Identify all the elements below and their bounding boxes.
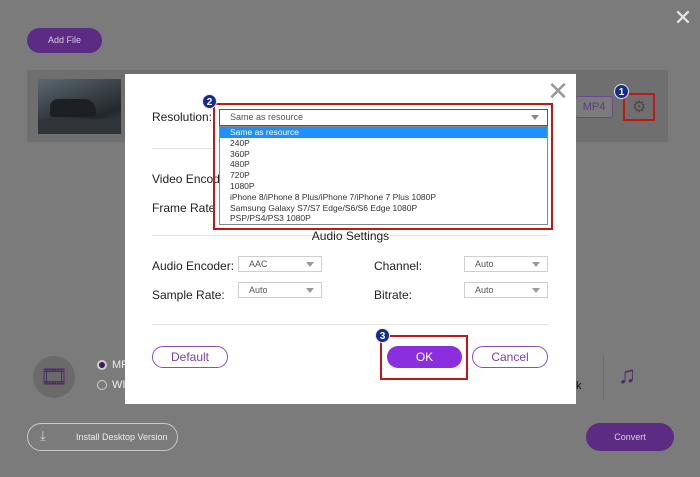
- film-icon: 🎞: [33, 356, 75, 398]
- video-thumbnail: [38, 79, 121, 134]
- bitrate-label: Bitrate:: [374, 288, 413, 302]
- download-icon: ⤓: [40, 428, 46, 443]
- settings-highlight-box: ⚙: [623, 93, 655, 121]
- resolution-option[interactable]: iPhone 8/iPhone 8 Plus/iPhone 7/iPhone 7…: [220, 192, 547, 203]
- divider: [603, 355, 604, 400]
- add-file-button[interactable]: Add File: [27, 28, 102, 53]
- resolution-option[interactable]: Same as resource: [220, 127, 547, 138]
- sample-rate-label: Sample Rate:: [152, 288, 225, 302]
- chevron-down-icon: [532, 262, 540, 267]
- cancel-button[interactable]: Cancel: [472, 346, 548, 368]
- chevron-down-icon: [531, 115, 539, 120]
- install-label: Install Desktop Version: [76, 432, 168, 442]
- music-icon[interactable]: ♫: [618, 362, 636, 390]
- chevron-down-icon: [306, 262, 314, 267]
- sample-rate-select[interactable]: Auto: [238, 282, 322, 298]
- resolution-option[interactable]: Samsung Galaxy S7/S7 Edge/S6/S6 Edge 108…: [220, 203, 547, 214]
- convert-button[interactable]: Convert: [586, 423, 674, 451]
- channel-label: Channel:: [374, 259, 423, 273]
- channel-select[interactable]: Auto: [464, 256, 548, 272]
- partial-text: k: [576, 380, 582, 392]
- resolution-options-list: Same as resource 240P 360P 480P 720P 108…: [219, 126, 548, 225]
- ok-button[interactable]: OK: [387, 346, 462, 368]
- audio-format-label: WI: [112, 379, 126, 391]
- resolution-option[interactable]: 720P: [220, 170, 547, 181]
- resolution-option[interactable]: 480P: [220, 159, 547, 170]
- audio-encoder-value: AAC: [249, 259, 268, 269]
- install-desktop-button[interactable]: ⤓ Install Desktop Version: [27, 423, 178, 451]
- step-3-badge: 3: [375, 328, 390, 343]
- resolution-select[interactable]: Same as resource: [219, 109, 548, 126]
- bitrate-select[interactable]: Auto: [464, 282, 548, 298]
- chevron-down-icon: [532, 288, 540, 293]
- step-2-badge: 2: [202, 94, 217, 109]
- resolution-label: Resolution:: [152, 110, 213, 124]
- step-1-badge: 1: [614, 84, 629, 99]
- frame-rate-label: Frame Rate: [152, 201, 216, 215]
- divider: [152, 148, 214, 149]
- window-close-icon[interactable]: ✕: [673, 7, 693, 29]
- default-button[interactable]: Default: [152, 346, 228, 368]
- bitrate-value: Auto: [475, 285, 494, 295]
- format-badge[interactable]: MP4: [575, 96, 613, 118]
- chevron-down-icon: [306, 288, 314, 293]
- resolution-value: Same as resource: [230, 112, 304, 122]
- dialog-close-icon[interactable]: ✕: [547, 78, 569, 104]
- resolution-option[interactable]: 240P: [220, 138, 547, 149]
- resolution-option[interactable]: 360P: [220, 149, 547, 160]
- audio-encoder-label: Audio Encoder:: [152, 259, 235, 273]
- video-format-radio[interactable]: [97, 360, 107, 370]
- audio-settings-title: Audio Settings: [311, 229, 390, 243]
- divider: [152, 324, 548, 325]
- gear-icon[interactable]: ⚙: [632, 99, 646, 117]
- audio-encoder-select[interactable]: AAC: [238, 256, 322, 272]
- sample-rate-value: Auto: [249, 285, 268, 295]
- resolution-option[interactable]: 1080P: [220, 181, 547, 192]
- channel-value: Auto: [475, 259, 494, 269]
- resolution-option[interactable]: PSP/PS4/PS3 1080P: [220, 213, 547, 224]
- audio-format-radio[interactable]: [97, 380, 107, 390]
